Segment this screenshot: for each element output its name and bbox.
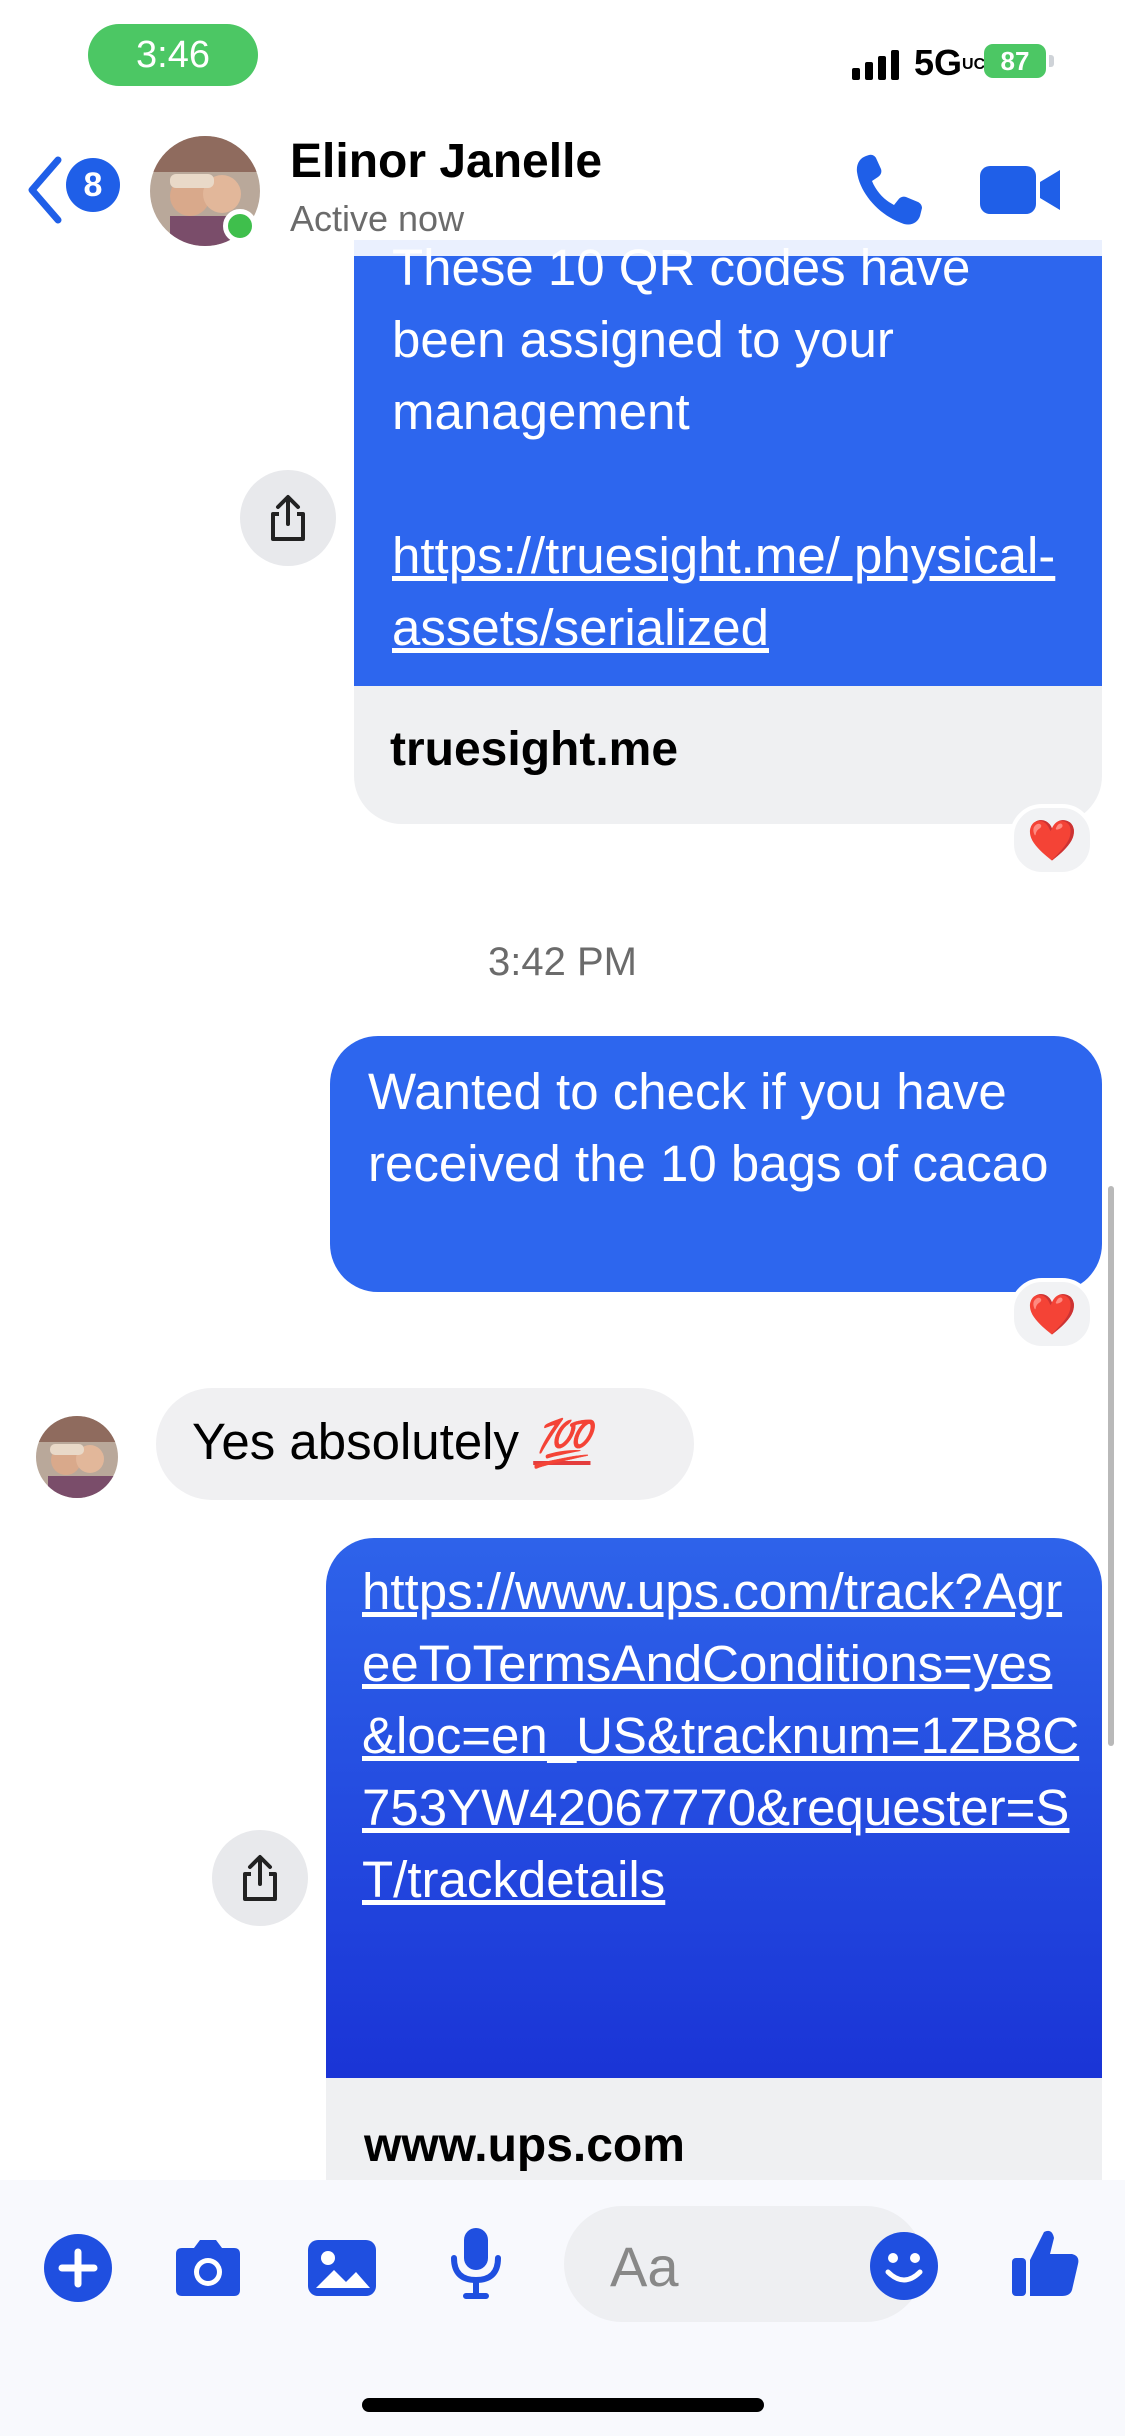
message-text: Wanted to check if you have received the… bbox=[368, 1063, 1049, 1192]
video-camera-icon[interactable] bbox=[980, 162, 1062, 218]
battery-nub bbox=[1049, 55, 1054, 67]
message-text: These 10 QR codes have been assigned to … bbox=[392, 239, 971, 440]
microphone-icon[interactable] bbox=[436, 2222, 516, 2302]
photo-gallery-icon[interactable] bbox=[302, 2228, 382, 2308]
share-button[interactable] bbox=[212, 1830, 308, 1926]
contact-status: Active now bbox=[290, 198, 465, 239]
contact-name[interactable]: Elinor Janelle bbox=[290, 134, 602, 189]
message-link[interactable]: https://www.ups.com/track?AgreeToTermsAn… bbox=[362, 1556, 1082, 1916]
home-indicator[interactable] bbox=[362, 2398, 764, 2412]
scrollbar[interactable] bbox=[1108, 1186, 1114, 1746]
plus-icon[interactable] bbox=[38, 2228, 118, 2308]
online-indicator bbox=[223, 209, 257, 243]
camera-icon[interactable] bbox=[168, 2228, 248, 2308]
hundred-points-emoji: 💯 bbox=[533, 1417, 591, 1469]
emoji-icon[interactable] bbox=[864, 2226, 944, 2306]
link-preview-domain: truesight.me bbox=[390, 723, 679, 776]
network-label: 5GUC bbox=[914, 42, 986, 83]
message-text: Yes absolutely 💯 bbox=[192, 1413, 591, 1470]
unread-badge[interactable]: 8 bbox=[66, 158, 120, 212]
link-preview-domain: www.ups.com bbox=[364, 2119, 685, 2172]
message-timestamp: 3:42 PM bbox=[488, 940, 637, 984]
heart-reaction-icon[interactable]: ❤️ bbox=[1010, 804, 1094, 876]
back-chevron-icon[interactable] bbox=[24, 150, 64, 230]
message-link[interactable]: https://truesight.me/ physical-assets/se… bbox=[392, 520, 1112, 664]
battery-level: 87 bbox=[1000, 45, 1030, 76]
phone-icon[interactable] bbox=[852, 150, 924, 230]
heart-reaction-icon[interactable]: ❤️ bbox=[1010, 1278, 1094, 1350]
signal-icon bbox=[852, 50, 899, 80]
share-icon bbox=[243, 1855, 277, 1901]
battery-icon: 87 bbox=[984, 44, 1046, 78]
sender-avatar[interactable] bbox=[36, 1416, 118, 1498]
message-input-placeholder: Aa bbox=[610, 2235, 679, 2298]
status-time: 3:46 bbox=[88, 24, 258, 86]
thumbs-up-icon[interactable] bbox=[1006, 2222, 1086, 2302]
share-icon bbox=[271, 495, 305, 541]
share-button[interactable] bbox=[240, 470, 336, 566]
